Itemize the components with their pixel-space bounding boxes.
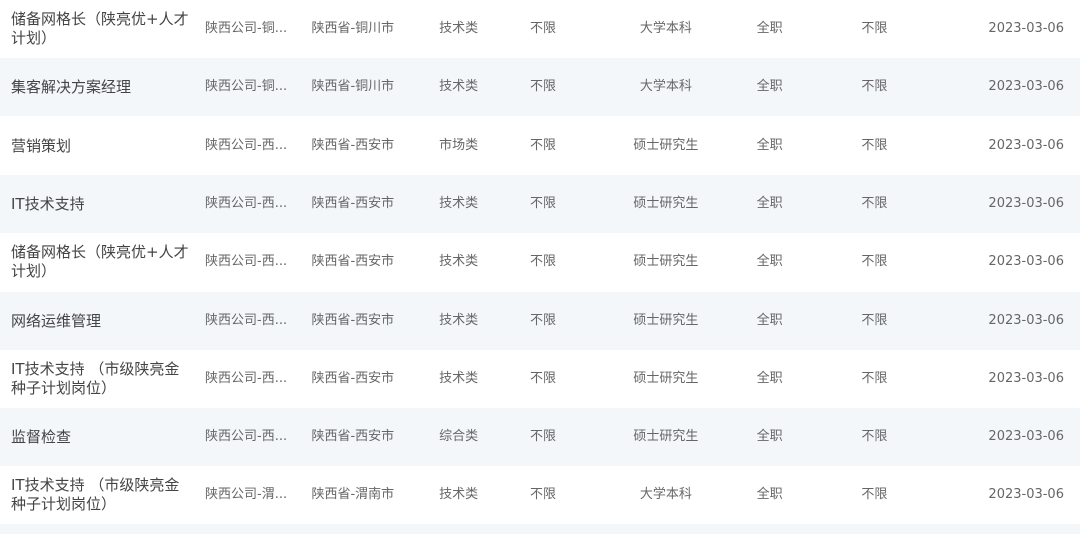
location-cell: 陕西省-西安市 — [311, 429, 395, 444]
date-cell: 2023-03-06 — [988, 429, 1064, 444]
company-cell: 陕西公司-渭... — [205, 487, 288, 502]
job-type-cell: 全职 — [756, 254, 783, 269]
job-title[interactable]: IT技术支持 — [0, 195, 191, 214]
company-cell: 陕西公司-西... — [205, 429, 288, 444]
job-type-cell: 全职 — [756, 196, 783, 211]
education-cell: 大学本科 — [639, 21, 692, 36]
category-cell: 综合类 — [439, 429, 479, 444]
experience-cell: 不限 — [529, 21, 556, 36]
location-cell: 陕西省-西安市 — [311, 313, 395, 328]
company-cell: 陕西公司-西... — [205, 371, 288, 386]
job-type-cell: 全职 — [756, 138, 783, 153]
table-row[interactable]: 储备网格长（陕亮优+人才计划） 陕西公司-铜... 陕西省-铜川市 技术类 不限… — [0, 0, 1080, 58]
age-cell: 不限 — [861, 429, 888, 444]
company-cell: 陕西公司-西... — [205, 138, 288, 153]
date-cell: 2023-03-06 — [988, 371, 1064, 386]
location-cell: 陕西省-铜川市 — [311, 79, 395, 94]
date-cell: 2023-03-06 — [988, 79, 1064, 94]
category-cell: 技术类 — [439, 196, 479, 211]
date-cell: 2023-03-06 — [988, 487, 1064, 502]
age-cell: 不限 — [861, 313, 888, 328]
table-row[interactable]: IT技术支持 陕西公司-西... 陕西省-西安市 技术类 不限 硕士研究生 全职… — [0, 175, 1080, 233]
job-type-cell: 全职 — [756, 21, 783, 36]
location-cell: 陕西省-铜川市 — [311, 21, 395, 36]
job-title[interactable]: 网络运维管理 — [0, 312, 191, 331]
category-cell: 技术类 — [439, 79, 479, 94]
education-cell: 大学本科 — [639, 79, 692, 94]
job-title[interactable]: 储备网格长（陕亮优+人才计划） — [0, 10, 191, 48]
job-type-cell: 全职 — [756, 313, 783, 328]
education-cell: 大学本科 — [639, 487, 692, 502]
company-cell: 陕西公司-西... — [205, 254, 288, 269]
job-type-cell: 全职 — [756, 487, 783, 502]
age-cell: 不限 — [861, 79, 888, 94]
job-title[interactable]: 储备网格长（陕亮优+人才计划） — [0, 243, 191, 281]
category-cell: 技术类 — [439, 371, 479, 386]
location-cell: 陕西省-西安市 — [311, 254, 395, 269]
education-cell: 硕士研究生 — [633, 254, 699, 269]
experience-cell: 不限 — [529, 313, 556, 328]
job-type-cell: 全职 — [756, 79, 783, 94]
education-cell: 硕士研究生 — [633, 429, 699, 444]
company-cell: 陕西公司-铜... — [205, 21, 288, 36]
category-cell: 技术类 — [439, 313, 479, 328]
age-cell: 不限 — [861, 196, 888, 211]
table-row[interactable]: 监督检查 陕西公司-西... 陕西省-西安市 综合类 不限 硕士研究生 全职 不… — [0, 408, 1080, 466]
experience-cell: 不限 — [529, 254, 556, 269]
education-cell: 硕士研究生 — [633, 313, 699, 328]
education-cell: 硕士研究生 — [633, 371, 699, 386]
company-cell: 陕西公司-西... — [205, 313, 288, 328]
company-cell: 陕西公司-西... — [205, 196, 288, 211]
date-cell: 2023-03-06 — [988, 21, 1064, 36]
age-cell: 不限 — [861, 21, 888, 36]
company-cell: 陕西公司-铜... — [205, 79, 288, 94]
job-title[interactable]: IT技术支持 （市级陕亮金种子计划岗位） — [0, 476, 191, 514]
category-cell: 技术类 — [439, 487, 479, 502]
job-title[interactable]: 营销策划 — [0, 137, 191, 156]
age-cell: 不限 — [861, 138, 888, 153]
job-type-cell: 全职 — [756, 371, 783, 386]
date-cell: 2023-03-06 — [988, 196, 1064, 211]
job-title[interactable]: 监督检查 — [0, 428, 191, 447]
experience-cell: 不限 — [529, 79, 556, 94]
date-cell: 2023-03-06 — [988, 254, 1064, 269]
date-cell: 2023-03-06 — [988, 313, 1064, 328]
category-cell: 市场类 — [439, 138, 479, 153]
location-cell: 陕西省-西安市 — [311, 371, 395, 386]
experience-cell: 不限 — [529, 138, 556, 153]
table-row[interactable]: 集客解决方案经理 陕西公司-铜... 陕西省-铜川市 技术类 不限 大学本科 全… — [0, 58, 1080, 116]
table-row[interactable]: IT技术支持 （市级陕亮金种子计划岗位） 陕西公司-渭... 陕西省-渭南市 技… — [0, 466, 1080, 524]
category-cell: 技术类 — [439, 21, 479, 36]
table-row[interactable]: 储备网格长（陕亮优+人才计划） 陕西公司-西... 陕西省-西安市 技术类 不限… — [0, 233, 1080, 291]
age-cell: 不限 — [861, 487, 888, 502]
experience-cell: 不限 — [529, 429, 556, 444]
experience-cell: 不限 — [529, 371, 556, 386]
location-cell: 陕西省-西安市 — [311, 138, 395, 153]
job-title[interactable]: IT技术支持 （市级陕亮金种子计划岗位） — [0, 360, 191, 398]
job-type-cell: 全职 — [756, 429, 783, 444]
table-row[interactable]: 营销策划 陕西公司-西... 陕西省-西安市 市场类 不限 硕士研究生 全职 不… — [0, 117, 1080, 175]
location-cell: 陕西省-渭南市 — [311, 487, 395, 502]
date-cell: 2023-03-06 — [988, 138, 1064, 153]
table-row[interactable]: IT技术支持 （市级陕亮金种子计划岗位） 陕西公司-西... 陕西省-西安市 技… — [0, 350, 1080, 408]
table-row[interactable]: 网络运维管理 陕西公司-西... 陕西省-西安市 技术类 不限 硕士研究生 全职… — [0, 292, 1080, 350]
education-cell: 硕士研究生 — [633, 196, 699, 211]
category-cell: 技术类 — [439, 254, 479, 269]
age-cell: 不限 — [861, 371, 888, 386]
education-cell: 硕士研究生 — [633, 138, 699, 153]
job-title[interactable]: 集客解决方案经理 — [0, 78, 191, 97]
experience-cell: 不限 — [529, 487, 556, 502]
location-cell: 陕西省-西安市 — [311, 196, 395, 211]
age-cell: 不限 — [861, 254, 888, 269]
table-row-partial — [0, 524, 1080, 534]
experience-cell: 不限 — [529, 196, 556, 211]
